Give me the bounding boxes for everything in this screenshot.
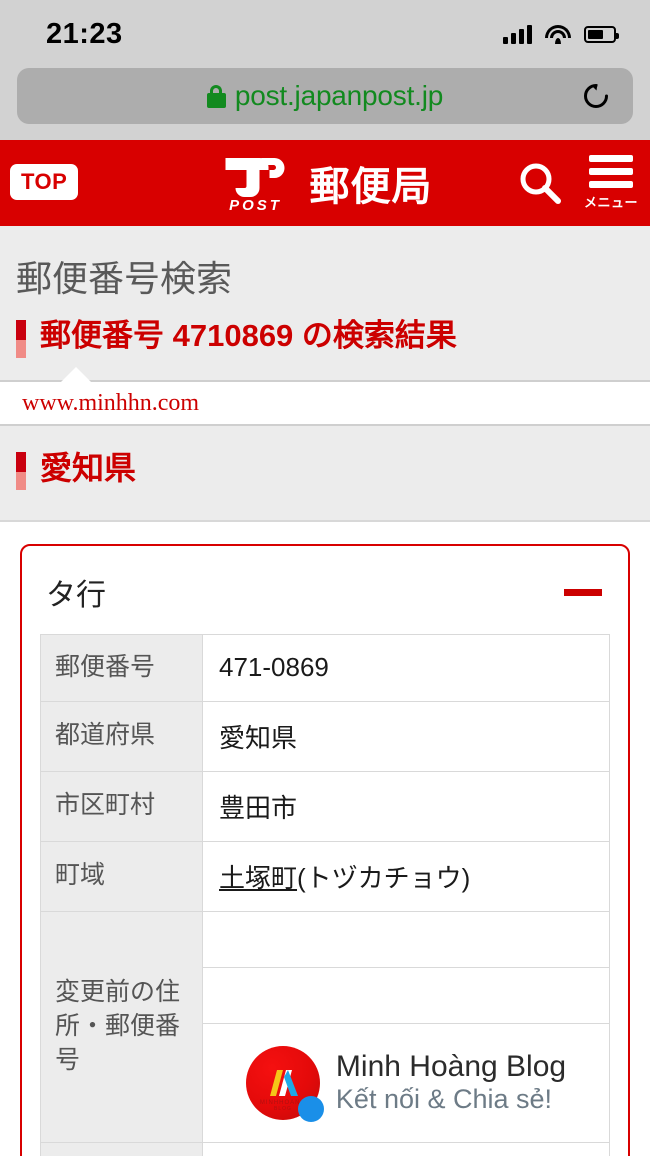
row-value-town-kanji: 土塚町 [219, 862, 298, 893]
table-row: 都道府県 愛知県 [40, 700, 610, 772]
result-card-header[interactable]: タ行 [40, 564, 610, 634]
japan-post-logo-icon: POST [218, 152, 294, 214]
hamburger-lines [588, 155, 633, 188]
result-card: タ行 郵便番号 471-0869 都道府県 愛知県 市区町村 豊田市 町域 土塚… [20, 544, 630, 1156]
status-icons [503, 24, 619, 44]
row-value-change-date [202, 1141, 610, 1156]
table-row: 変更時期 [40, 1141, 610, 1156]
site-brand-name: 郵便局 [309, 165, 433, 209]
row-value-previous-address-1 [202, 910, 610, 968]
row-value-previous-address-3: MINHHOANG BLOG Minh Hoàng Blog Kết nối &… [202, 1022, 610, 1143]
watermark-url-band: www.minhhn.com [0, 366, 650, 426]
row-value-previous-address-2 [202, 966, 610, 1024]
status-time: 21:23 [46, 17, 123, 50]
lock-icon [206, 84, 226, 108]
reload-icon[interactable] [581, 81, 611, 111]
watermark-caret-icon [60, 367, 92, 383]
hamburger-menu-icon[interactable]: メニュー [584, 155, 638, 211]
minus-icon[interactable] [564, 588, 602, 596]
status-bar: 21:23 [0, 0, 650, 68]
battery-icon [584, 25, 619, 43]
blog-watermark-text: Minh Hoàng Blog Kết nối & Chia sẻ! [336, 1050, 566, 1116]
row-label-postal-code: 郵便番号 [40, 634, 203, 702]
row-value-prefecture: 愛知県 [202, 700, 610, 772]
row-label-change-date: 変更時期 [40, 1141, 203, 1156]
svg-text:POST: POST [229, 197, 282, 214]
site-brand[interactable]: POST 郵便局 [218, 152, 433, 214]
result-heading-row: 郵便番号 4710869 の検索結果 [0, 312, 650, 380]
result-card-area: タ行 郵便番号 471-0869 都道府県 愛知県 市区町村 豊田市 町域 土塚… [0, 522, 650, 1156]
header-actions: メニュー [516, 140, 638, 226]
browser-toolbar: post.japanpost.jp [0, 68, 650, 140]
page-title: 郵便番号検索 [16, 258, 233, 299]
search-icon[interactable] [516, 159, 564, 207]
top-button[interactable]: TOP [10, 164, 79, 200]
table-row: 変更前の住所・郵便番号 [40, 910, 610, 1143]
watermark-url-text: www.minhhn.com [22, 389, 200, 416]
result-heading: 郵便番号 4710869 の検索結果 [40, 318, 457, 353]
row-value-town: 土塚町(トヅカチョウ) [202, 840, 610, 912]
result-card-title: タ行 [46, 579, 106, 612]
row-label-town: 町域 [40, 840, 203, 912]
phone-screen: 21:23 post.japanpost.jp TOP POST 郵便局 メニュ… [0, 0, 650, 1156]
row-label-prefecture: 都道府県 [40, 700, 203, 772]
table-row: 郵便番号 471-0869 [40, 634, 610, 702]
prefecture-heading: 愛知県 [40, 450, 137, 486]
row-value-postal-code: 471-0869 [202, 634, 610, 702]
row-value-city: 豊田市 [202, 770, 610, 842]
prefecture-heading-block: 愛知県 [0, 426, 650, 520]
menu-label: メニュー [583, 195, 638, 210]
minh-hoang-blog-logo-icon: MINHHOANG BLOG [245, 1045, 324, 1122]
accent-bar-icon [16, 452, 26, 490]
table-row: 市区町村 豊田市 [40, 770, 610, 842]
wifi-icon [545, 24, 571, 44]
cellular-signal-icon [503, 24, 532, 44]
row-label-previous-address: 変更前の住所・郵便番号 [40, 910, 203, 1143]
row-value-town-kana: (トヅカチョウ) [297, 862, 471, 893]
row-label-city: 市区町村 [40, 770, 203, 842]
table-row: 町域 土塚町(トヅカチョウ) [40, 840, 610, 912]
blog-watermark-title: Minh Hoàng Blog [335, 1049, 567, 1083]
blog-watermark: MINHHOANG BLOG Minh Hoàng Blog Kết nối &… [219, 1040, 593, 1126]
accent-bar-icon [16, 320, 26, 358]
result-table: 郵便番号 471-0869 都道府県 愛知県 市区町村 豊田市 町域 土塚町(ト… [40, 634, 610, 1156]
address-bar[interactable]: post.japanpost.jp [17, 68, 633, 124]
svg-text:BLOG: BLOG [274, 1106, 292, 1112]
prefecture-heading-row: 愛知県 [0, 426, 650, 520]
blog-watermark-tagline: Kết nối & Chia sẻ! [335, 1084, 553, 1115]
address-bar-url: post.japanpost.jp [234, 80, 444, 111]
page-heading-block: 郵便番号検索 郵便番号 4710869 の検索結果 [0, 226, 650, 380]
site-header: TOP POST 郵便局 メニュー [0, 140, 650, 226]
blog-logo-dot-icon [297, 1095, 324, 1122]
